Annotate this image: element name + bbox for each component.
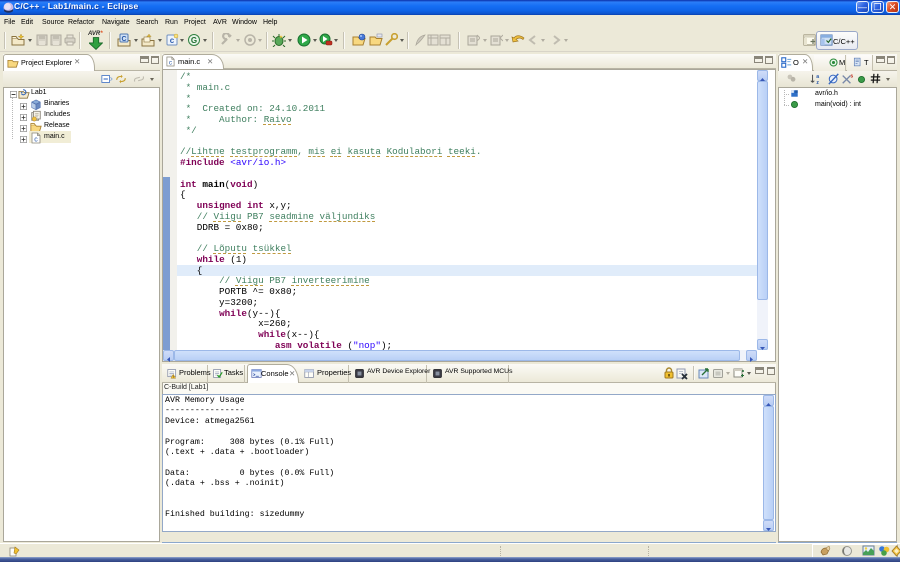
svg-text:a: a <box>816 74 819 80</box>
svg-text:C: C <box>121 36 126 43</box>
svg-text:c: c <box>170 36 175 45</box>
svg-text:G: G <box>191 36 197 45</box>
svg-text:c: c <box>34 137 38 144</box>
svg-text:s: s <box>850 73 853 79</box>
svg-text:c: c <box>169 60 172 67</box>
svg-text:z: z <box>816 80 819 85</box>
svg-text:!: ! <box>173 375 174 379</box>
